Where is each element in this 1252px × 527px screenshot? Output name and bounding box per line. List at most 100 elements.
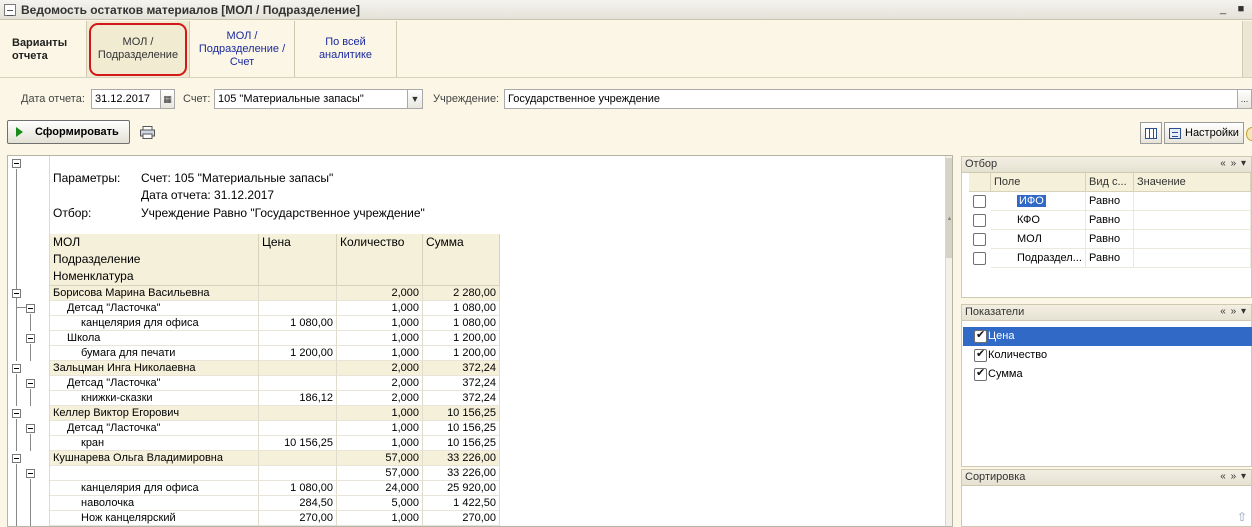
generate-button[interactable]: Сформировать	[7, 120, 130, 144]
table-row[interactable]: бумага для печати 1 200,00 1,000 1 200,00	[50, 346, 500, 361]
extra-round-button[interactable]	[1246, 127, 1252, 141]
filter-type-cell[interactable]: Равно	[1086, 192, 1134, 211]
settings-button[interactable]: Настройки	[1164, 122, 1244, 144]
group-toggle[interactable]	[12, 364, 21, 373]
cell-price: 186,12	[259, 391, 337, 406]
table-row[interactable]: Зальцман Инга Николаевна 2,000 372,24	[50, 361, 500, 376]
table-row[interactable]: кран 10 156,25 1,000 10 156,25	[50, 436, 500, 451]
filter-type-cell[interactable]: Равно	[1086, 249, 1134, 268]
indicator-label: Сумма	[988, 368, 1023, 380]
header-price: Цена	[259, 234, 337, 286]
grid-icon	[1145, 127, 1157, 139]
table-row[interactable]: Кушнарева Ольга Владимировна 57,000 33 226…	[50, 451, 500, 466]
filter-checkbox[interactable]	[973, 195, 986, 208]
group-toggle[interactable]	[26, 469, 35, 478]
filter-type-cell-text: Равно	[1089, 252, 1121, 264]
table-row[interactable]: Детсад "Ласточка" 2,000 372,24	[50, 376, 500, 391]
close-button[interactable]: ■	[1234, 3, 1248, 15]
table-row[interactable]: канцелярия для офиса 1 080,00 1,000 1 080,0…	[50, 316, 500, 331]
filter-type-cell[interactable]: Равно	[1086, 211, 1134, 230]
table-row[interactable]: Школа 1,000 1 200,00	[50, 331, 500, 346]
indicator-checkbox[interactable]	[974, 347, 987, 362]
panel-collapse-icon[interactable]: « » ▾	[1220, 471, 1247, 482]
print-icon[interactable]	[140, 126, 155, 139]
group-toggle[interactable]	[26, 304, 35, 313]
panel-collapse-icon[interactable]: « » ▾	[1220, 306, 1247, 317]
table-row[interactable]: Келлер Виктор Егорович 1,000 10 156,25	[50, 406, 500, 421]
variant-tab-mol-dept-account[interactable]: МОЛ / Подразделение / Счет	[190, 21, 294, 77]
variants-scrollbar[interactable]	[1242, 21, 1252, 77]
filter-panel-header: Отбор « » ▾	[961, 156, 1252, 173]
chevron-down-icon[interactable]: ▼	[407, 89, 423, 109]
filter-field-cell[interactable]: КФО	[991, 211, 1086, 230]
indicator-label: Количество	[988, 349, 1048, 361]
table-row[interactable]: наволочка 284,50 5,000 1 422,50	[50, 496, 500, 511]
collapse-toggle[interactable]	[12, 159, 21, 168]
filter-value-cell[interactable]	[1134, 192, 1251, 211]
minimize-button[interactable]: _	[1216, 3, 1230, 15]
cell-price: 1 080,00	[259, 481, 337, 496]
cell-qty: 24,000	[337, 481, 423, 496]
date-input[interactable]: 31.12.2017	[91, 89, 161, 109]
filter-field-cell[interactable]: Подраздел...	[991, 249, 1086, 268]
report-vertical-scrollbar[interactable]: ▲	[945, 156, 952, 526]
group-toggle[interactable]	[26, 334, 35, 343]
variant-tab-all-analytics[interactable]: По всей аналитике	[295, 21, 396, 77]
table-row[interactable]: канцелярия для офиса 1 080,00 24,000 25 920…	[50, 481, 500, 496]
filter-text: Учреждение Равно "Государственное учрежд…	[141, 206, 425, 220]
filter-header-type: Вид с...	[1086, 173, 1134, 192]
scroll-thumb[interactable]	[946, 158, 952, 258]
cell-name: канцелярия для офиса	[50, 481, 259, 496]
table-row[interactable]: Детсад "Ласточка" 1,000 1 080,00	[50, 301, 500, 316]
cell-name: кран	[50, 436, 259, 451]
account-select[interactable]: 105 "Материальные запасы"	[214, 89, 408, 109]
cell-price	[259, 421, 337, 436]
cell-name: бумага для печати	[50, 346, 259, 361]
group-toggle[interactable]	[26, 424, 35, 433]
panel-collapse-icon[interactable]: « » ▾	[1220, 158, 1247, 169]
group-toggle[interactable]	[26, 379, 35, 388]
indicator-checkbox[interactable]	[974, 328, 987, 343]
group-toggle[interactable]	[12, 409, 21, 418]
filter-field-cell[interactable]: МОЛ	[991, 230, 1086, 249]
indicator-checkbox[interactable]	[974, 366, 987, 381]
filter-field-cell[interactable]: ИФО	[991, 192, 1086, 211]
calendar-icon[interactable]: ▦	[160, 89, 175, 109]
cell-name: Нож канцелярский	[50, 511, 259, 526]
cell-qty: 1,000	[337, 511, 423, 526]
cell-name: Детсад "Ласточка"	[50, 376, 259, 391]
report-spreadsheet[interactable]: Параметры: Счет: 105 "Материальные запас…	[7, 155, 953, 527]
cell-name: канцелярия для офиса	[50, 316, 259, 331]
variant-tab-mol-dept[interactable]: МОЛ / Подразделение	[87, 21, 189, 77]
indicator-item[interactable]: Сумма	[963, 365, 1252, 384]
layout-toggle-button[interactable]	[1140, 122, 1162, 144]
cell-price	[259, 331, 337, 346]
filter-checkbox[interactable]	[973, 214, 986, 227]
filter-value-cell[interactable]	[1134, 211, 1251, 230]
cell-price	[259, 376, 337, 391]
group-toggle[interactable]	[12, 454, 21, 463]
filter-value-cell[interactable]	[1134, 230, 1251, 249]
institution-input[interactable]: Государственное учреждение	[504, 89, 1238, 109]
cell-sum: 2 280,00	[423, 286, 500, 301]
cell-name: книжки-сказки	[50, 391, 259, 406]
table-row[interactable]: Нож канцелярский 270,00 1,000 270,00	[50, 511, 500, 526]
command-bar: Сформировать Настройки	[0, 118, 1252, 148]
filter-checkbox[interactable]	[973, 252, 986, 265]
filter-checkbox[interactable]	[973, 233, 986, 246]
group-toggle[interactable]	[12, 289, 21, 298]
table-row[interactable]: книжки-сказки 186,12 2,000 372,24	[50, 391, 500, 406]
table-row[interactable]: 57,000 33 226,00	[50, 466, 500, 481]
institution-select-button[interactable]: ...	[1237, 89, 1252, 109]
table-row[interactable]: Детсад "Ласточка" 1,000 10 156,25	[50, 421, 500, 436]
indicator-item[interactable]: Количество	[963, 346, 1252, 365]
filter-field-cell-text: ИФО	[1017, 195, 1046, 207]
filter-type-cell[interactable]: Равно	[1086, 230, 1134, 249]
scroll-up-icon[interactable]: ⇧	[1237, 510, 1247, 524]
variants-label: Варианты отчета	[12, 37, 68, 62]
table-row[interactable]: Борисова Марина Васильевна 2,000 2 280,00	[50, 286, 500, 301]
params-caption: Параметры:	[53, 171, 121, 185]
indicator-item[interactable]: Цена	[963, 327, 1252, 346]
filter-value-cell[interactable]	[1134, 249, 1251, 268]
cell-sum: 1 422,50	[423, 496, 500, 511]
